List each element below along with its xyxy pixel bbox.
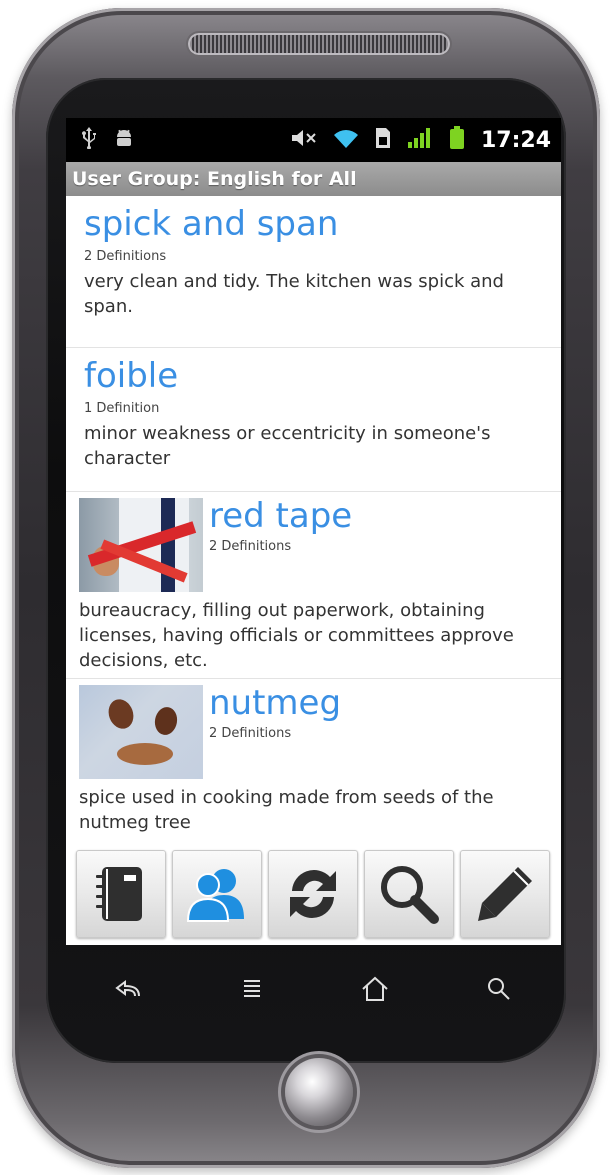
edit-pencil-icon — [478, 867, 532, 921]
nutmeg-thumbnail — [79, 685, 203, 779]
word-entry-red-tape[interactable]: red tape 2 Definitions bureaucracy, fill… — [66, 492, 561, 679]
hardware-trackball[interactable] — [285, 1058, 353, 1126]
word-description: bureaucracy, filling out paperwork, obta… — [79, 600, 514, 671]
definition-count: 2 Definitions — [84, 249, 167, 264]
definition-count: 2 Definitions — [209, 726, 292, 741]
mute-icon — [291, 128, 317, 152]
app-screen: 17:24 User Group: English for All spick … — [66, 118, 561, 945]
refresh-button[interactable] — [268, 850, 358, 938]
word-title: nutmeg — [209, 683, 342, 723]
search-button[interactable] — [364, 850, 454, 938]
user-group-icon — [186, 869, 244, 922]
user-group-title-bar: User Group: English for All — [66, 162, 561, 196]
usb-icon — [82, 126, 96, 154]
home-icon — [362, 976, 389, 1001]
definition-count: 1 Definition — [84, 401, 160, 416]
red-tape-thumbnail — [79, 498, 203, 592]
status-bar: 17:24 — [66, 118, 561, 162]
wifi-icon — [333, 127, 359, 153]
home-button[interactable] — [355, 969, 395, 1009]
menu-button[interactable] — [232, 969, 272, 1009]
search-icon — [381, 866, 439, 924]
word-description: very clean and tidy. The kitchen was spi… — [84, 271, 504, 317]
nav-search-button[interactable] — [479, 969, 519, 1009]
definition-count: 2 Definitions — [209, 539, 292, 554]
android-debug-icon — [114, 128, 134, 153]
edit-button[interactable] — [460, 850, 550, 938]
search-icon — [488, 978, 510, 1000]
word-title: red tape — [209, 496, 353, 536]
word-entry-spick-and-span[interactable]: spick and span 2 Definitions very clean … — [66, 196, 561, 348]
sim-icon — [375, 127, 391, 153]
speaker-grille — [188, 33, 450, 55]
notebook-button[interactable] — [76, 850, 166, 938]
word-list: spick and span 2 Definitions very clean … — [66, 196, 561, 859]
signal-icon — [407, 127, 433, 153]
back-button[interactable] — [108, 969, 148, 1009]
word-entry-nutmeg[interactable]: nutmeg 2 Definitions spice used in cooki… — [66, 679, 561, 859]
word-description: minor weakness or eccentricity in someon… — [84, 423, 491, 469]
word-title: foible — [84, 356, 179, 396]
user-group-button[interactable] — [172, 850, 262, 938]
status-time: 17:24 — [480, 127, 551, 153]
back-icon — [115, 980, 140, 997]
page-title: User Group: English for All — [72, 168, 357, 190]
word-title: spick and span — [84, 204, 339, 244]
menu-icon — [243, 980, 260, 997]
android-nav-bar — [66, 958, 561, 1020]
word-entry-foible[interactable]: foible 1 Definition minor weakness or ec… — [66, 348, 561, 492]
refresh-icon — [290, 870, 336, 918]
battery-icon — [449, 126, 465, 154]
word-description: spice used in cooking made from seeds of… — [79, 787, 494, 833]
notebook-icon — [96, 867, 142, 921]
bottom-toolbar — [76, 850, 551, 938]
